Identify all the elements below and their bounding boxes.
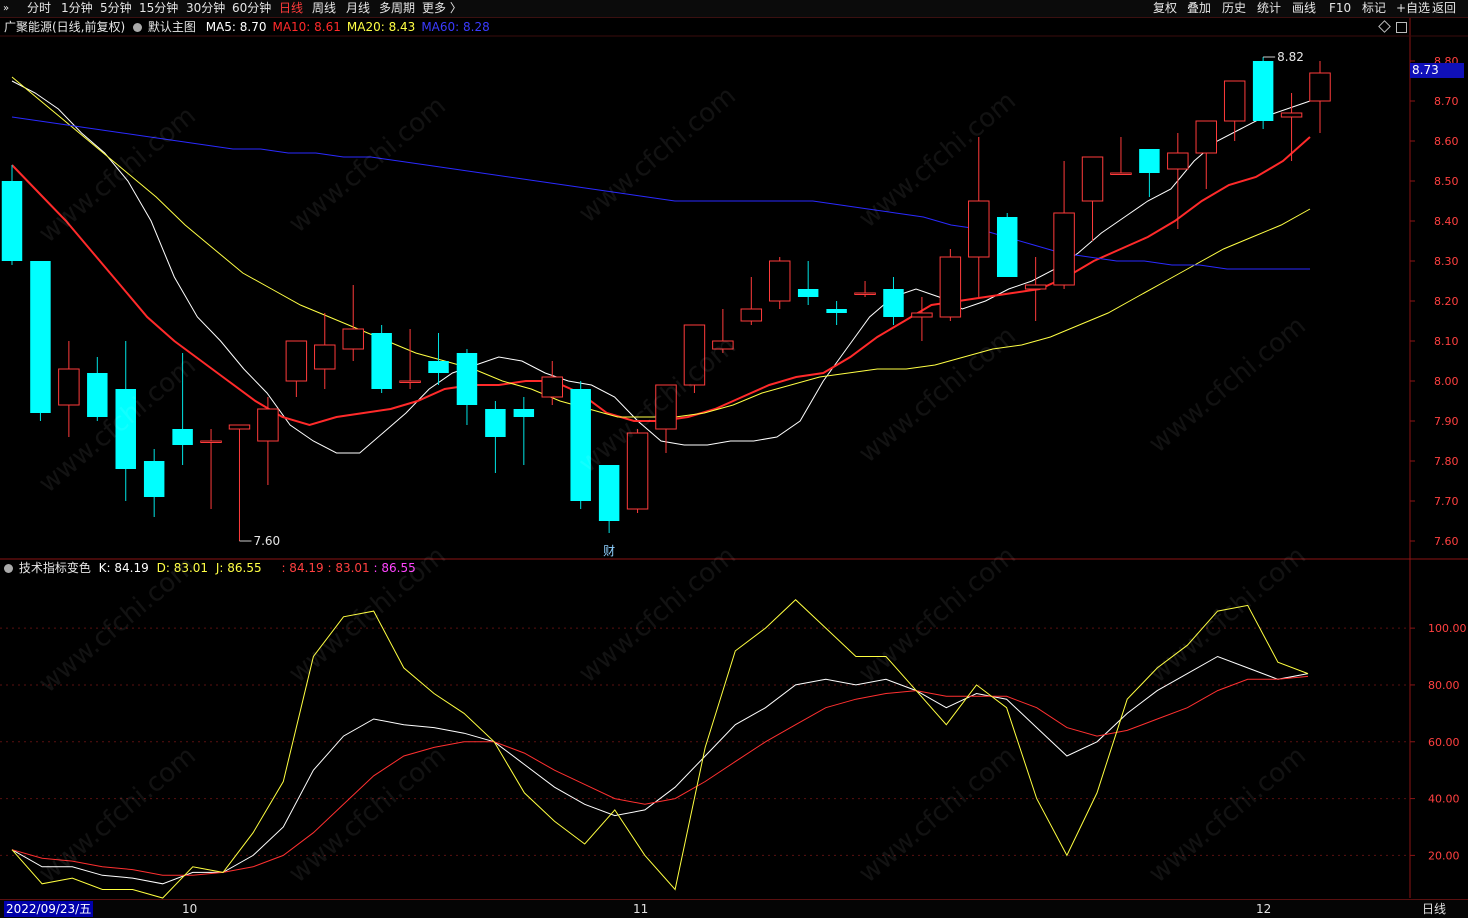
candle-body-13 (371, 333, 392, 389)
candle-body-44 (1252, 61, 1274, 121)
candle-body-45 (1280, 112, 1303, 118)
candle-body-27 (769, 260, 791, 302)
max-price-label: 8.82 (1277, 50, 1304, 64)
candle-body-10 (285, 340, 308, 382)
price-tick-label-0: 7.60 (1434, 535, 1459, 548)
candle-body-46 (1309, 72, 1331, 102)
candle-body-33 (939, 256, 962, 318)
candle-body-30 (854, 292, 876, 295)
candle-body-4 (115, 389, 136, 469)
min-price-label: 7.60 (253, 534, 280, 548)
price-tick-label-8: 8.40 (1434, 215, 1459, 228)
stock-chart[interactable]: 7.60 7.70 7.80 7.90 8.00 8.10 8.20 8.30 8.40 8.50… (0, 0, 1468, 899)
candle-body-14 (399, 380, 421, 383)
candle-body-7 (200, 440, 222, 443)
price-tick-label-5: 8.10 (1434, 335, 1459, 348)
candle-body-6 (172, 429, 193, 445)
candle-body-25 (712, 340, 734, 350)
month-10: 10 (182, 902, 198, 916)
start-date: 2022/09/23/五 (4, 901, 94, 917)
candle-body-0 (1, 181, 23, 261)
candle-body-43 (1223, 80, 1246, 122)
candle-body-9 (257, 408, 279, 442)
price-tick-label-10: 8.60 (1434, 135, 1459, 148)
candle-body-24 (683, 324, 706, 386)
ma-line-MA60 (11, 116, 1310, 270)
candle-body-8 (228, 424, 251, 430)
candle-body-31 (883, 289, 904, 317)
candle-body-42 (1195, 120, 1217, 154)
candle-body-37 (1053, 212, 1075, 286)
price-tick-label-2: 7.80 (1434, 455, 1459, 468)
candle-body-12 (342, 328, 364, 350)
candle-body-41 (1167, 152, 1189, 170)
candle-body-16 (456, 353, 478, 405)
price-tick-label-9: 8.50 (1434, 175, 1459, 188)
finance-event-label: 财 (603, 544, 615, 558)
kdj-tick-label-1: 40.00 (1428, 793, 1460, 806)
month-11: 11 (633, 902, 649, 916)
candle-body-36 (1024, 284, 1047, 290)
kdj-tick-label-0: 20.00 (1428, 849, 1460, 862)
candle-body-40 (1139, 149, 1160, 173)
candle-body-21 (598, 465, 620, 521)
candle-body-29 (826, 309, 847, 313)
kdj-line-K (11, 655, 1309, 885)
price-tick-label-6: 8.20 (1434, 295, 1459, 308)
kdj-tick-label-4: 100.00 (1428, 622, 1467, 635)
candle-body-38 (1081, 156, 1104, 202)
candle-body-35 (996, 217, 1018, 277)
price-tick-label-1: 7.70 (1434, 495, 1459, 508)
candle-body-11 (314, 344, 336, 370)
month-12: 12 (1256, 902, 1272, 916)
candle-body-17 (485, 409, 506, 437)
candle-body-22 (626, 432, 649, 510)
ma-line-MA10 (11, 136, 1311, 427)
candle-body-3 (87, 373, 108, 417)
current-price-tag: 8.73 (1410, 63, 1464, 78)
candle-body-15 (428, 361, 449, 373)
price-tick-label-4: 8.00 (1434, 375, 1459, 388)
price-tick-label-3: 7.90 (1434, 415, 1459, 428)
candle-body-28 (797, 289, 819, 297)
price-tick-label-11: 8.70 (1434, 95, 1459, 108)
period-label: 日线 (1422, 902, 1447, 916)
candle-body-2 (58, 368, 80, 406)
kdj-tick-label-3: 80.00 (1428, 679, 1460, 692)
candle-body-23 (655, 384, 677, 430)
price-tick-label-7: 8.30 (1434, 255, 1459, 268)
candle-body-39 (1110, 172, 1132, 175)
kdj-tick-label-2: 60.00 (1428, 736, 1460, 749)
candle-body-20 (570, 389, 591, 501)
candle-body-5 (143, 461, 165, 497)
candle-body-34 (968, 200, 990, 258)
candle-body-32 (911, 312, 933, 318)
candle-body-1 (30, 261, 51, 413)
candle-body-18 (513, 409, 535, 417)
candle-body-19 (541, 376, 563, 398)
kdj-line-J (11, 599, 1309, 899)
candle-body-26 (740, 308, 763, 322)
date-axis: 2022/09/23/五 10 11 12 日线 (0, 899, 1468, 918)
kdj-line-D (11, 675, 1309, 876)
